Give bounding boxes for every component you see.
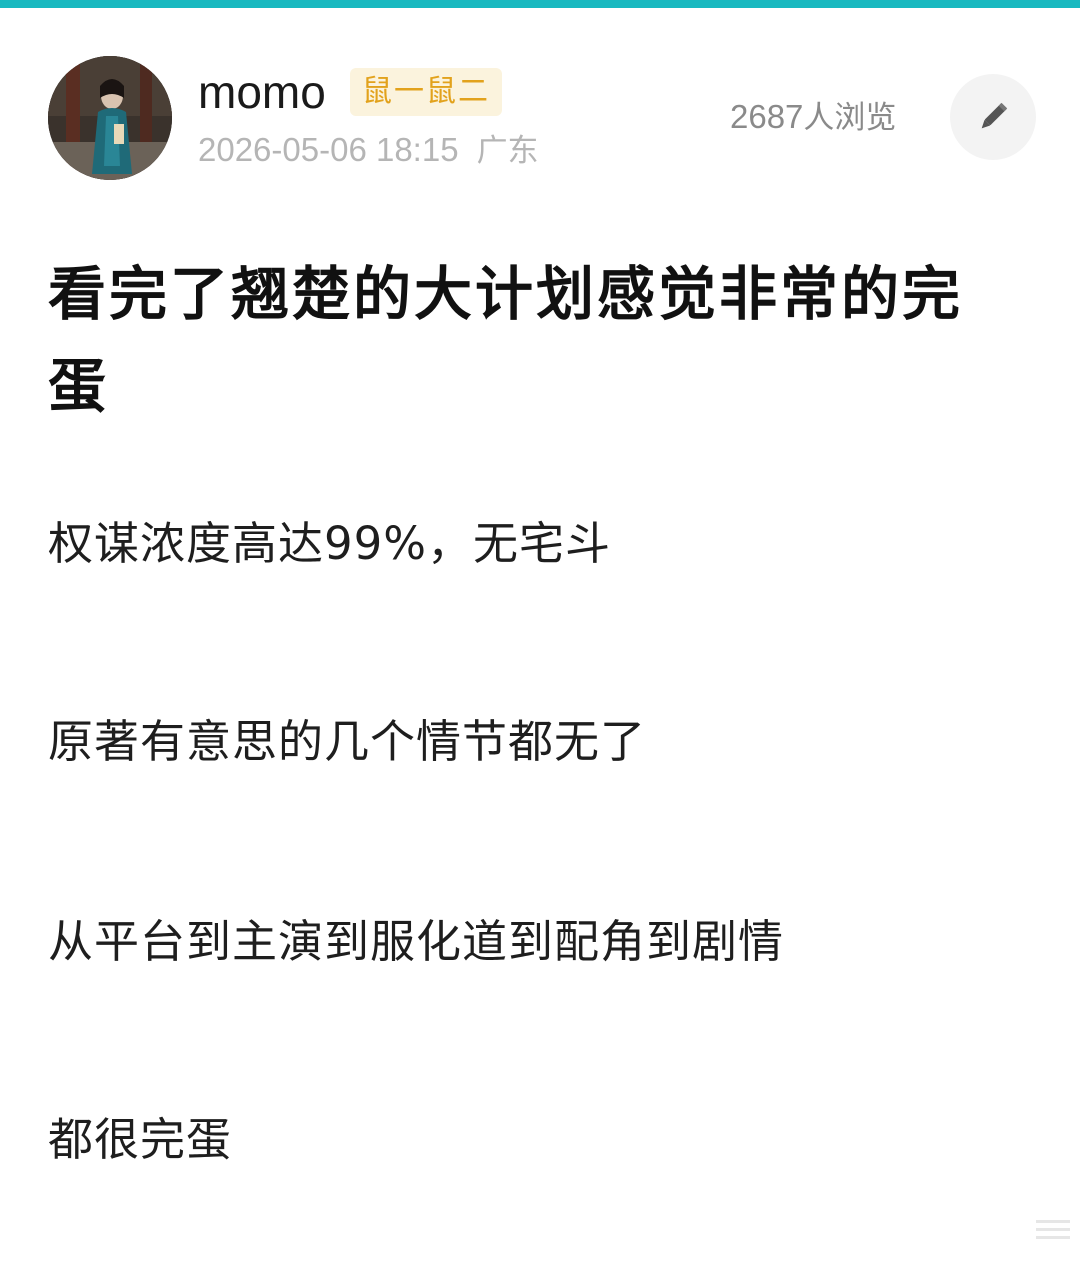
- avatar-image: [48, 56, 172, 180]
- top-accent-bar: [0, 0, 1080, 8]
- post-title: 看完了翘楚的大计划感觉非常的完蛋: [48, 260, 964, 420]
- author-name[interactable]: momo: [198, 64, 326, 120]
- view-count-suffix: 人浏览: [803, 100, 897, 136]
- pencil-icon: [981, 102, 1008, 129]
- view-count: 2687人浏览: [730, 96, 896, 139]
- edit-button[interactable]: [950, 74, 1036, 160]
- post-timestamp: 2026-05-06 18:15: [198, 131, 459, 168]
- post-paragraph: 从平台到主演到服化道到配角到剧情: [48, 915, 785, 968]
- post-region: 广东: [476, 133, 539, 169]
- view-count-number: 2687: [730, 98, 804, 135]
- avatar[interactable]: [48, 56, 172, 180]
- post-meta: 2026-05-06 18:15 广东: [198, 130, 539, 171]
- author-badge: 鼠一鼠二: [350, 68, 502, 116]
- post-paragraph: 都很完蛋: [48, 1113, 233, 1166]
- post-paragraph: 原著有意思的几个情节都无了: [48, 715, 647, 768]
- post-paragraph: 权谋浓度高达99%，无宅斗: [48, 517, 612, 570]
- scroll-indicator: [1036, 1220, 1070, 1250]
